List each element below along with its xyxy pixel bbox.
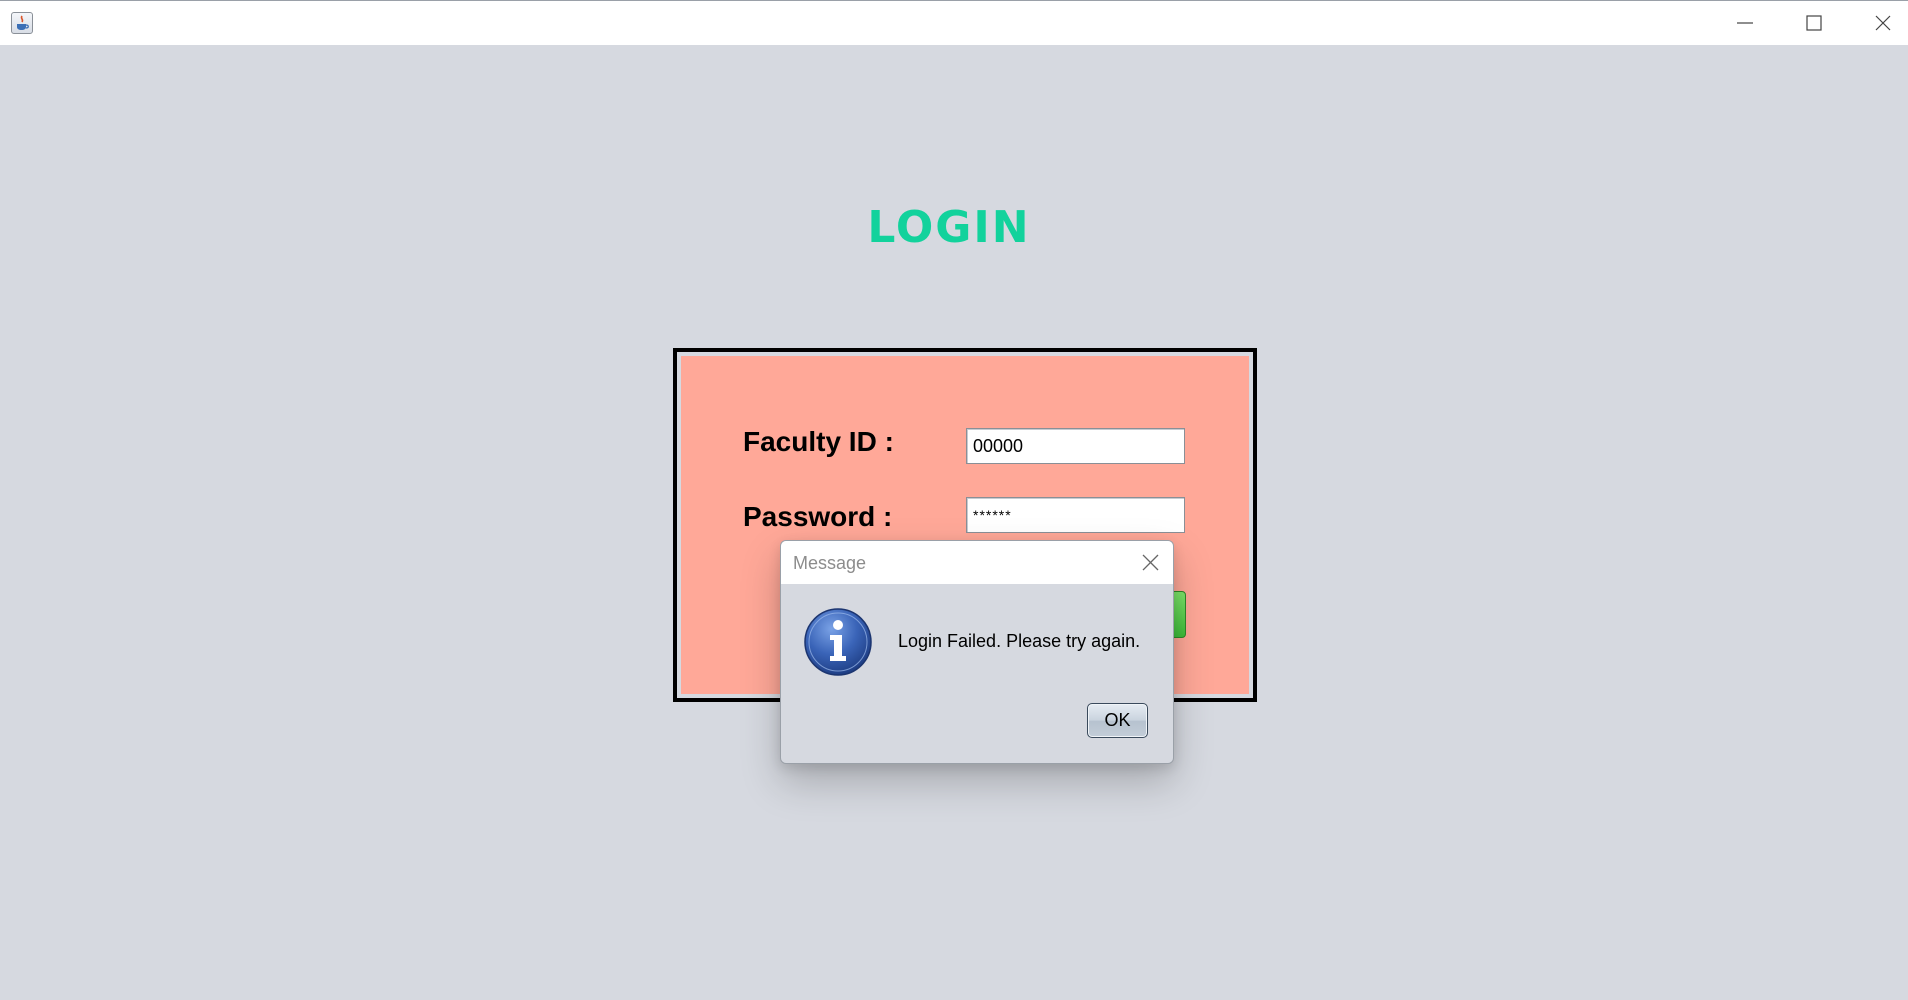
password-input[interactable] [966,497,1185,533]
info-icon [803,607,873,677]
close-icon [1142,554,1159,571]
minimize-icon [1737,22,1753,24]
close-icon [1875,15,1891,31]
dialog-close-button[interactable] [1133,545,1167,579]
dialog-title: Message [793,553,867,573]
maximize-icon [1806,15,1822,31]
faculty-id-label: Faculty ID : [743,426,894,457]
login-heading: LOGIN [867,202,1031,253]
maximize-button[interactable] [1779,1,1849,45]
close-window-button[interactable] [1848,1,1908,45]
message-dialog: Message Login Failed. Please try again. … [780,540,1174,764]
ok-button[interactable]: OK [1087,703,1148,738]
faculty-id-input[interactable] [966,428,1185,464]
java-app-icon [11,12,33,34]
dialog-message: Login Failed. Please try again. [898,631,1141,651]
minimize-button[interactable] [1710,1,1780,45]
password-label: Password : [743,501,893,532]
window-titlebar [0,0,1908,45]
dialog-titlebar: Message [781,541,1173,584]
